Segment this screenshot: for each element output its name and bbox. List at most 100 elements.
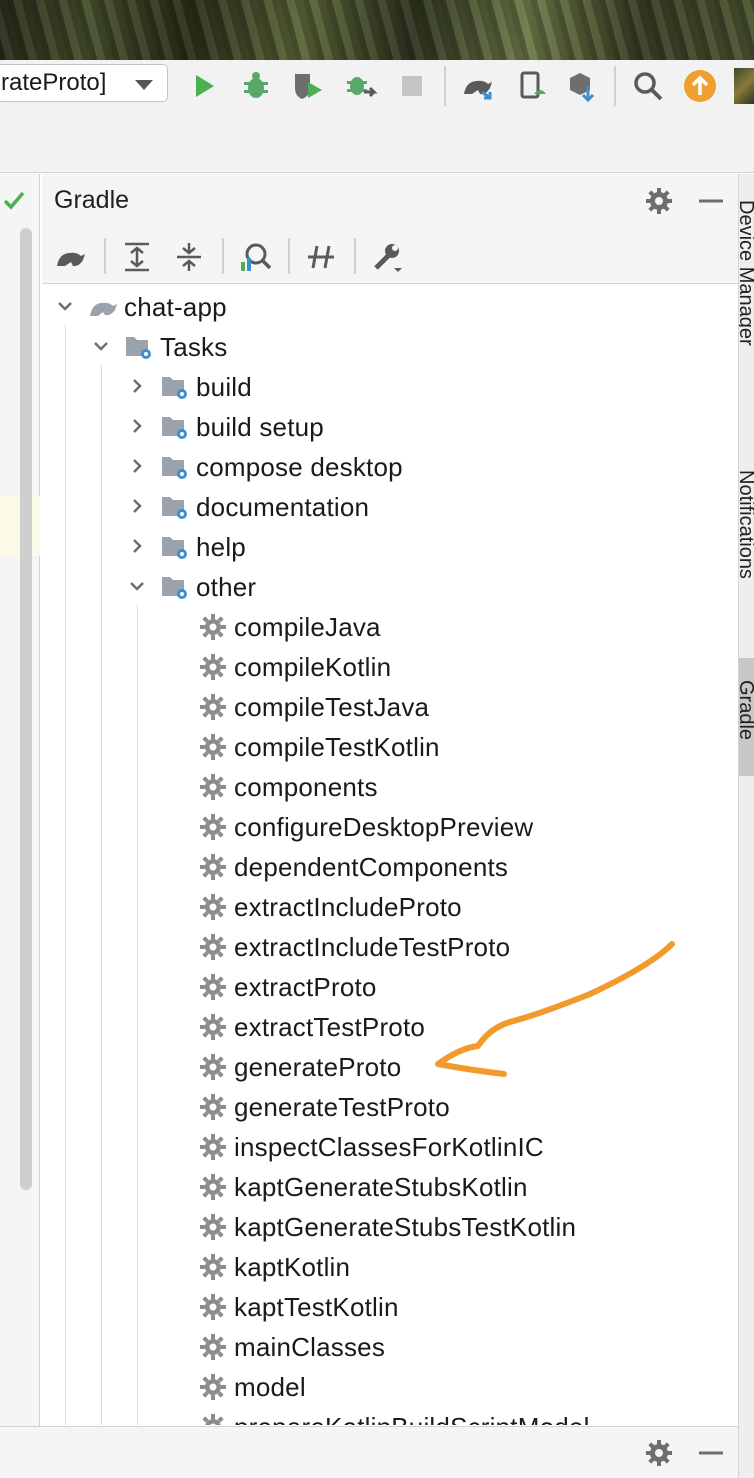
- task-item[interactable]: kaptGenerateStubsTestKotlin: [198, 1207, 576, 1247]
- tree-node-label: build: [196, 371, 252, 402]
- tree-node-group-other[interactable]: other: [126, 567, 256, 607]
- gear-icon[interactable]: [644, 1438, 674, 1468]
- expand-all-icon[interactable]: [120, 240, 154, 274]
- gear-icon: [200, 1174, 226, 1200]
- chevron-right-icon[interactable]: [126, 527, 148, 567]
- run-configuration-label: rateProto]: [1, 69, 107, 96]
- task-item[interactable]: dependentComponents: [198, 847, 508, 887]
- task-item[interactable]: compileKotlin: [198, 647, 391, 687]
- run-coverage-icon[interactable]: [290, 68, 326, 104]
- task-label: extractIncludeProto: [234, 891, 462, 922]
- desktop-wallpaper: [0, 0, 754, 60]
- gear-icon: [202, 1414, 224, 1425]
- gear-icon: [200, 1134, 226, 1160]
- task-item[interactable]: kaptGenerateStubsKotlin: [198, 1167, 528, 1207]
- tree-node-group[interactable]: build: [126, 367, 252, 407]
- task-item[interactable]: kaptKotlin: [198, 1247, 350, 1287]
- chevron-right-icon[interactable]: [126, 367, 148, 407]
- task-item[interactable]: extractIncludeTestProto: [198, 927, 510, 967]
- task-item[interactable]: components: [198, 767, 378, 807]
- scrollbar[interactable]: [20, 228, 32, 1190]
- task-label: kaptKotlin: [234, 1251, 351, 1282]
- analyze-dependencies-icon[interactable]: [238, 240, 272, 274]
- toolbar-separator: [354, 238, 356, 274]
- update-icon[interactable]: [682, 68, 718, 104]
- gear-icon: [200, 1294, 226, 1320]
- task-item[interactable]: extractIncludeProto: [198, 887, 462, 927]
- chevron-right-icon[interactable]: [126, 487, 148, 527]
- tree-node-label: build setup: [196, 411, 324, 442]
- task-label: extractTestProto: [234, 1011, 426, 1042]
- right-tool-strip: Device Manager Notifications Gradle: [738, 174, 754, 1478]
- tab-gradle[interactable]: Gradle: [739, 680, 754, 740]
- debug-bug-icon[interactable]: [238, 68, 274, 104]
- task-item[interactable]: mainClasses: [198, 1327, 385, 1367]
- folder-gear-icon: [126, 337, 151, 359]
- checkmark-icon: [3, 191, 25, 210]
- tab-device-manager[interactable]: Device Manager: [739, 200, 754, 346]
- device-icon[interactable]: [514, 68, 550, 104]
- task-item[interactable]: extractProto: [198, 967, 377, 1007]
- task-label: inspectClassesForKotlinIC: [234, 1131, 544, 1162]
- task-item[interactable]: generateTestProto: [198, 1087, 450, 1127]
- task-item[interactable]: prepareKotlinBuildScriptModel: [198, 1407, 590, 1425]
- tree-node-group[interactable]: build setup: [126, 407, 324, 447]
- toggle-offline-icon[interactable]: [304, 240, 338, 274]
- task-item[interactable]: compileTestKotlin: [198, 727, 440, 767]
- tab-notifications[interactable]: Notifications: [739, 470, 754, 579]
- chevron-down-icon[interactable]: [90, 327, 112, 367]
- chevron-down-icon: [135, 80, 153, 90]
- tree-node-group[interactable]: documentation: [126, 487, 369, 527]
- run-configuration-dropdown[interactable]: rateProto]: [0, 64, 168, 102]
- gear-icon[interactable]: [644, 186, 674, 216]
- stop-icon[interactable]: [394, 68, 430, 104]
- task-item[interactable]: inspectClassesForKotlinIC: [198, 1127, 544, 1167]
- tree-node-group[interactable]: help: [126, 527, 246, 567]
- task-item[interactable]: configureDesktopPreview: [198, 807, 533, 847]
- chevron-down-icon[interactable]: [126, 567, 148, 607]
- task-label: extractProto: [234, 971, 377, 1002]
- tree-node-project[interactable]: chat-app: [54, 287, 227, 327]
- task-label: mainClasses: [234, 1331, 386, 1362]
- gear-icon: [200, 1094, 226, 1120]
- task-label: generateTestProto: [234, 1091, 450, 1122]
- play-icon[interactable]: [186, 68, 222, 104]
- avatar[interactable]: [734, 68, 754, 104]
- gear-icon: [200, 734, 226, 760]
- gradle-sync-icon[interactable]: [460, 68, 496, 104]
- minimize-icon[interactable]: [696, 1438, 726, 1468]
- task-item[interactable]: extractTestProto: [198, 1007, 425, 1047]
- toolbar-separator: [614, 66, 616, 106]
- gear-icon: [200, 974, 226, 1000]
- minimize-icon[interactable]: [696, 186, 726, 216]
- gradle-elephant-icon: [90, 302, 117, 316]
- gear-icon: [200, 654, 226, 680]
- tree-node-tasks[interactable]: Tasks: [90, 327, 227, 367]
- task-item[interactable]: generateProto: [198, 1047, 401, 1087]
- chevron-right-icon[interactable]: [126, 447, 148, 487]
- sdk-manager-icon[interactable]: [564, 68, 600, 104]
- chevron-down-icon[interactable]: [54, 287, 76, 327]
- task-label: configureDesktopPreview: [234, 811, 534, 842]
- gear-icon: [200, 1214, 226, 1240]
- tree-node-label: documentation: [196, 491, 370, 522]
- task-item[interactable]: compileTestJava: [198, 687, 429, 727]
- task-item[interactable]: kaptTestKotlin: [198, 1287, 399, 1327]
- chevron-right-icon[interactable]: [126, 407, 148, 447]
- profiler-icon[interactable]: [342, 68, 378, 104]
- tree-guide: [65, 325, 66, 1425]
- task-label: generateProto: [234, 1051, 402, 1082]
- task-label: kaptGenerateStubsKotlin: [234, 1171, 528, 1202]
- task-item[interactable]: compileJava: [198, 607, 381, 647]
- wrench-settings-icon[interactable]: [370, 240, 404, 274]
- left-tool-strip: [0, 174, 40, 1426]
- gear-icon: [200, 1014, 226, 1040]
- task-item[interactable]: model: [198, 1367, 306, 1407]
- gradle-refresh-icon[interactable]: [54, 240, 88, 274]
- tree-node-group[interactable]: compose desktop: [126, 447, 403, 487]
- collapse-all-icon[interactable]: [172, 240, 206, 274]
- task-label: dependentComponents: [234, 851, 509, 882]
- task-label: kaptGenerateStubsTestKotlin: [234, 1211, 577, 1242]
- gradle-panel-header: Gradle: [42, 174, 738, 228]
- search-icon[interactable]: [630, 68, 666, 104]
